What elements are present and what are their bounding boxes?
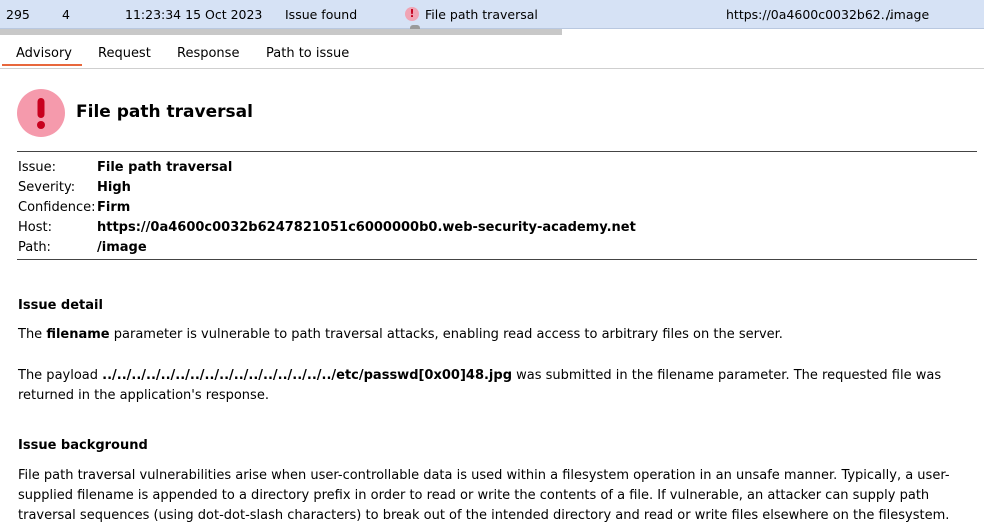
severity-label: Severity:	[18, 180, 76, 195]
issue-background-paragraph: File path traversal vulnerabilities aris…	[18, 468, 950, 523]
issue-value: File path traversal	[97, 160, 233, 175]
row-issue-name: File path traversal	[425, 7, 538, 22]
confidence-value: Firm	[97, 200, 131, 215]
row-number: 295	[6, 7, 30, 22]
host-value: https://0a4600c0032b6247821051c6000000b0…	[97, 220, 636, 235]
issue-background-heading: Issue background	[18, 438, 148, 453]
tab-path-to-issue[interactable]: Path to issue	[266, 46, 349, 61]
active-tab-indicator	[2, 64, 82, 66]
row-time: 11:23:34 15 Oct 2023	[125, 7, 263, 22]
row-action: Issue found	[285, 7, 358, 22]
tab-response[interactable]: Response	[177, 46, 239, 61]
divider	[17, 151, 977, 152]
tab-request[interactable]: Request	[98, 46, 151, 61]
issue-detail-heading: Issue detail	[18, 298, 103, 313]
advisory-title: File path traversal	[76, 102, 253, 122]
issue-detail-paragraph: The filename parameter is vulnerable to …	[18, 327, 783, 342]
row-index: 4	[62, 7, 70, 22]
severity-high-icon	[17, 89, 65, 137]
host-label: Host:	[18, 220, 52, 235]
row-path: /image	[886, 7, 930, 22]
issue-label: Issue:	[18, 160, 56, 175]
divider	[17, 259, 977, 260]
issue-detail-payload-paragraph: The payload ../../../../../../../../../.…	[18, 368, 942, 403]
confidence-label: Confidence:	[18, 200, 96, 215]
path-value: /image	[97, 240, 147, 255]
horizontal-scrollbar[interactable]	[0, 29, 562, 35]
row-host: https://0a4600c0032b62...	[726, 7, 893, 22]
issue-table-row[interactable]: 295 4 11:23:34 15 Oct 2023 Issue found !…	[0, 0, 984, 29]
path-label: Path:	[18, 240, 51, 255]
alert-icon: !	[405, 7, 419, 21]
tab-bar: Advisory Request Response Path to issue	[0, 38, 984, 69]
tab-advisory[interactable]: Advisory	[16, 46, 72, 61]
severity-value: High	[97, 180, 131, 195]
